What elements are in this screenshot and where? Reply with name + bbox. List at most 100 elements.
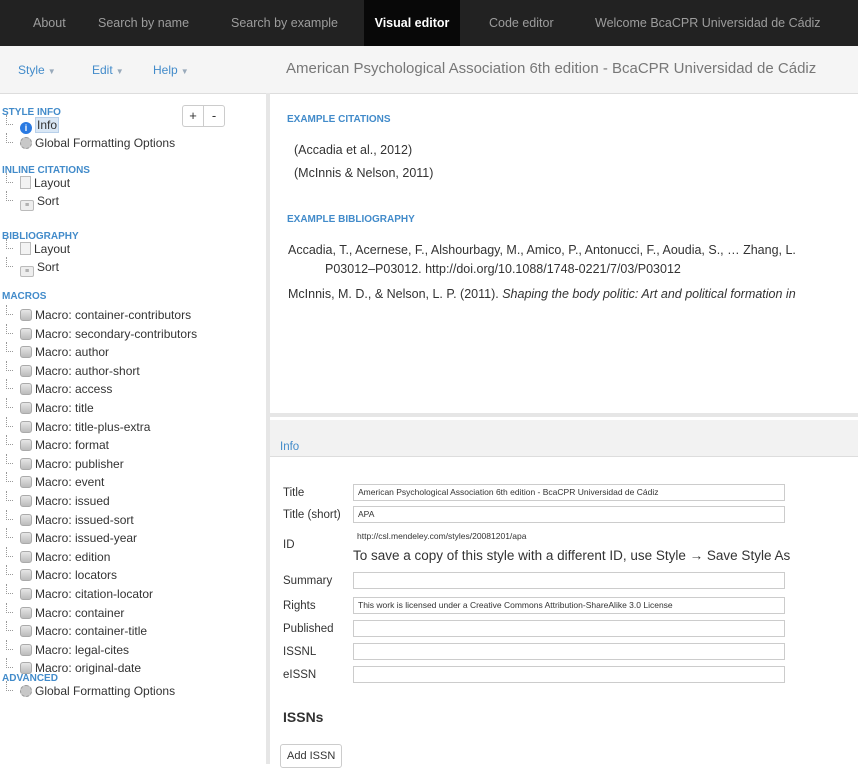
tree-item-label: Sort bbox=[37, 194, 60, 208]
macro-icon bbox=[20, 402, 32, 414]
tree-item-macro[interactable]: Macro: secondary-contributors bbox=[20, 326, 197, 342]
tree-item-label: Macro: author-short bbox=[35, 363, 140, 378]
macro-icon bbox=[20, 476, 32, 489]
tree-item-label: Macro: locators bbox=[35, 568, 118, 583]
tree-item-macro[interactable]: Macro: title-plus-extra bbox=[20, 419, 150, 435]
chevron-down-icon: ▼ bbox=[180, 67, 189, 76]
remove-node-button[interactable]: - bbox=[203, 105, 225, 127]
tree-item-label: Macro: format bbox=[35, 438, 110, 453]
tree-item-macro[interactable]: Macro: author bbox=[20, 344, 109, 360]
sort-icon: ≡ bbox=[20, 200, 34, 211]
tree-item-macro[interactable]: Macro: container bbox=[20, 605, 124, 621]
macro-icon bbox=[20, 346, 32, 359]
bibliography-entry-line: McInnis, M. D., & Nelson, L. P. (2011). … bbox=[288, 287, 796, 301]
tree-item-macro[interactable]: Macro: locators bbox=[20, 567, 117, 583]
nav-about[interactable]: About bbox=[19, 0, 80, 46]
nav-search-by-name[interactable]: Search by name bbox=[88, 0, 199, 46]
example-citation: (Accadia et al., 2012) bbox=[294, 143, 413, 157]
id-field[interactable]: http://csl.mendeley.com/styles/20081201/… bbox=[353, 530, 785, 545]
tree-item-inline-layout[interactable]: Layout bbox=[20, 175, 70, 191]
tree-item-macro[interactable]: Macro: title bbox=[20, 400, 94, 416]
tree-item-label: Macro: publisher bbox=[35, 456, 124, 471]
tree-item-label: Sort bbox=[37, 260, 60, 274]
tree-item-macro[interactable]: Macro: access bbox=[20, 381, 112, 397]
help-menu[interactable]: Help ▼ bbox=[153, 63, 189, 77]
example-bibliography-heading: EXAMPLE BIBLIOGRAPHY bbox=[287, 214, 415, 225]
macro-icon bbox=[20, 495, 32, 507]
tree-item-macro[interactable]: Macro: edition bbox=[20, 549, 110, 565]
style-menu-label: Style bbox=[18, 63, 45, 77]
macro-icon bbox=[20, 532, 32, 545]
tree-item-bib-sort[interactable]: ≡ Sort bbox=[20, 259, 60, 277]
tree-item-macro[interactable]: Macro: publisher bbox=[20, 456, 124, 472]
macro-icon bbox=[20, 364, 32, 377]
tree-item-macro[interactable]: Macro: container-title bbox=[20, 623, 147, 639]
tree-item-label: Global Formatting Options bbox=[35, 684, 176, 698]
tree-item-macro[interactable]: Macro: issued-year bbox=[20, 530, 137, 546]
tree-item-info[interactable]: i Info bbox=[20, 117, 60, 134]
title-field[interactable]: American Psychological Association 6th e… bbox=[353, 484, 785, 501]
horizontal-splitter[interactable] bbox=[270, 413, 858, 417]
tree-item-macro[interactable]: Macro: container-contributors bbox=[20, 307, 191, 323]
tree-item-macro[interactable]: Macro: issued-sort bbox=[20, 512, 134, 528]
nav-visual-editor[interactable]: Visual editor bbox=[364, 0, 460, 46]
tree-item-label: Macro: citation-locator bbox=[35, 587, 154, 601]
eissn-field[interactable] bbox=[353, 666, 785, 683]
nav-welcome-user[interactable]: Welcome BcaCPR Universidad de Cádiz bbox=[585, 0, 831, 46]
rights-field[interactable]: This work is licensed under a Creative C… bbox=[353, 597, 785, 614]
tree-item-label: Macro: container-title bbox=[35, 624, 148, 639]
tree-item-label: Global Formatting Options bbox=[35, 136, 176, 150]
tree-item-macro[interactable]: Macro: issued bbox=[20, 493, 110, 509]
chevron-down-icon: ▼ bbox=[115, 67, 124, 76]
section-heading-macros: MACROS bbox=[2, 291, 47, 302]
tree-item-label: Layout bbox=[34, 176, 71, 190]
style-menu[interactable]: Style ▼ bbox=[18, 63, 56, 77]
tree-item-inline-sort[interactable]: ≡ Sort bbox=[20, 193, 60, 211]
nav-search-by-example[interactable]: Search by example bbox=[222, 0, 347, 46]
add-issn-button[interactable]: Add ISSN bbox=[280, 744, 343, 768]
issnl-label: ISSNL bbox=[283, 646, 317, 658]
help-menu-label: Help bbox=[153, 63, 178, 77]
sort-icon: ≡ bbox=[20, 266, 34, 277]
macro-icon bbox=[20, 327, 32, 340]
macro-icon bbox=[20, 309, 32, 321]
summary-field[interactable] bbox=[353, 572, 785, 589]
tree-item-global-formatting[interactable]: Global Formatting Options bbox=[20, 135, 175, 151]
tree-item-macro[interactable]: Macro: event bbox=[20, 474, 104, 490]
tree-item-label: Macro: issued bbox=[35, 494, 110, 508]
edit-menu-label: Edit bbox=[92, 63, 113, 77]
title-short-field[interactable]: APA bbox=[353, 506, 785, 523]
tree-item-label: Macro: issued-year bbox=[35, 531, 138, 546]
example-citations-heading: EXAMPLE CITATIONS bbox=[287, 114, 391, 125]
info-tab[interactable]: Info bbox=[280, 441, 299, 453]
tree-item-label: Layout bbox=[34, 242, 71, 256]
info-header bbox=[270, 420, 858, 457]
eissn-label: eISSN bbox=[283, 669, 317, 681]
tree-item-bib-layout[interactable]: Layout bbox=[20, 241, 70, 257]
edit-menu[interactable]: Edit ▼ bbox=[92, 63, 124, 77]
bibliography-entry-line: Accadia, T., Acernese, F., Alshourbagy, … bbox=[288, 243, 796, 257]
macro-icon bbox=[20, 606, 32, 619]
layout-icon bbox=[20, 176, 31, 189]
macro-icon bbox=[20, 513, 32, 526]
tree-item-macro[interactable]: Macro: author-short bbox=[20, 363, 140, 379]
tree-item-macro[interactable]: Macro: legal-cites bbox=[20, 642, 129, 658]
macro-icon bbox=[20, 439, 32, 452]
tree-item-macro[interactable]: Macro: citation-locator bbox=[20, 586, 153, 602]
nav-code-editor[interactable]: Code editor bbox=[478, 0, 565, 46]
title-short-label: Title (short) bbox=[283, 509, 341, 521]
tree-item-macro[interactable]: Macro: format bbox=[20, 437, 109, 453]
published-field[interactable] bbox=[353, 620, 785, 637]
tree-item-label: Macro: secondary-contributors bbox=[35, 326, 198, 341]
tree-item-label: Macro: title bbox=[35, 401, 94, 415]
layout-icon bbox=[20, 242, 31, 255]
tree-item-label: Macro: access bbox=[35, 382, 113, 397]
tree-item-label: Macro: edition bbox=[35, 549, 111, 564]
bibliography-title: Shaping the body politic: Art and politi… bbox=[502, 287, 796, 301]
style-tree: STYLE INFO + - i Info Global Formatting O… bbox=[0, 93, 266, 764]
tree-item-label: Macro: legal-cites bbox=[35, 642, 130, 657]
tree-item-label: Info bbox=[35, 117, 60, 133]
tree-item-advanced-global-formatting[interactable]: Global Formatting Options bbox=[20, 683, 175, 699]
issnl-field[interactable] bbox=[353, 643, 785, 660]
add-node-button[interactable]: + bbox=[182, 105, 203, 127]
